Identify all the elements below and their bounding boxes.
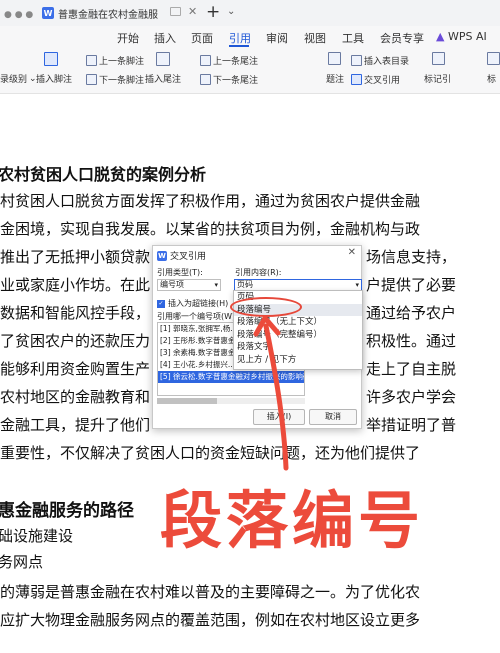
dropdown-option[interactable]: 段落文字 — [234, 341, 362, 354]
ref-type-label: 引用类型(T): — [157, 268, 203, 277]
menu-view[interactable]: 视图 — [304, 30, 326, 46]
dialog-title-bar: W 交叉引用 — [157, 249, 206, 262]
wps-ai-icon: ▲ — [436, 30, 445, 43]
menu-review[interactable]: 审阅 — [266, 30, 288, 46]
dropdown-option[interactable]: 段落编号（完整编号） — [234, 329, 362, 342]
document-tab-title: 普惠金融在农村金融服务中的... — [58, 9, 158, 21]
list-item-selected[interactable]: [5] 徐云松.数字普惠金融对乡村振兴的影响研究[J].贵州 — [158, 371, 304, 383]
paragraph-fragment: 举措证明了普 — [366, 416, 457, 434]
paragraph-line: 的薄弱是普惠金融在农村难以普及的主要障碍之一。为了优化农 — [0, 583, 421, 601]
question-note-button[interactable]: 题注 — [326, 72, 344, 85]
insert-hyperlink-checkbox[interactable]: ✓ 插入为超链接(H) — [157, 298, 228, 309]
ref-content-label: 引用内容(R): — [235, 268, 282, 277]
paragraph-fragment: 户提供了必要 — [366, 276, 457, 294]
caption-icon — [328, 52, 341, 65]
chevron-down-icon[interactable]: ⌄ — [227, 6, 235, 17]
prev-endnote-button[interactable]: 上一条尾注 — [200, 54, 258, 67]
ref-type-select[interactable]: 编号项 ▾ — [157, 279, 221, 291]
wps-writer-icon: W — [157, 250, 167, 261]
mark-citation-icon — [432, 52, 445, 65]
section-heading: 惠金融服务的路径 — [0, 501, 134, 521]
menu-wps-ai[interactable]: ▲ WPS AI — [436, 30, 487, 43]
insert-footnote-button[interactable]: 插入脚注 — [36, 72, 72, 85]
menu-insert[interactable]: 插入 — [154, 30, 176, 46]
next-footnote-icon — [86, 74, 97, 85]
menu-page[interactable]: 页面 — [191, 30, 213, 46]
next-endnote-icon — [200, 74, 211, 85]
checkbox-checked-icon: ✓ — [157, 299, 165, 308]
paragraph-fragment: 通过给予农户 — [366, 304, 457, 322]
insert-button[interactable]: 插入(I) — [253, 409, 305, 425]
dropdown-option[interactable]: 见上方 / 见下方 — [234, 354, 362, 367]
paragraph-line: 重要性，不仅解决了贫困人口的资金短缺问题，还为他们提供了 — [0, 444, 421, 462]
menu-bar: 开始 插入 页面 引用 审阅 视图 工具 会员专享 ▲ WPS AI — [0, 26, 500, 48]
paragraph-fragment: 积极性。通过 — [366, 332, 457, 350]
cancel-button[interactable]: 取消 — [309, 409, 357, 425]
subsection-heading: 务网点 — [0, 553, 44, 571]
new-tab-icon[interactable]: + — [206, 2, 220, 22]
close-tab-icon[interactable]: ✕ — [188, 5, 197, 18]
cross-reference-button[interactable]: 交叉引用 — [351, 73, 400, 86]
prev-endnote-icon — [200, 55, 211, 66]
paragraph-fragment: 场信息支持， — [366, 248, 457, 266]
paragraph-fragment: 走上了自主脱 — [366, 360, 457, 378]
section-heading: 农村贫困人口脱贫的案例分析 — [0, 165, 207, 184]
mark-entry-button[interactable]: 标 — [487, 72, 496, 85]
cross-reference-icon — [351, 74, 362, 85]
dropdown-option[interactable]: 段落编号（无上下文） — [234, 316, 362, 329]
table-of-figures-icon — [351, 55, 362, 66]
paragraph-line: 金困境，实现自我发展。以某省的扶贫项目为例，金融机构与政 — [0, 220, 421, 238]
prev-footnote-button[interactable]: 上一条脚注 — [86, 54, 144, 67]
menu-references[interactable]: 引用 — [229, 30, 251, 46]
title-bar: ● ● ● W 普惠金融在农村金融服务中的... ✕ + ⌄ — [0, 0, 500, 26]
next-endnote-button[interactable]: 下一条尾注 — [200, 73, 258, 86]
ribbon-references: 录级别 ⌄ 插入脚注 上一条脚注 下一条脚注 插入尾注 上一条尾注 下一条尾注 … — [0, 48, 500, 94]
footnote-icon — [44, 52, 58, 66]
scrollbar-thumb[interactable] — [157, 398, 217, 404]
paragraph-line: 应扩大物理金融服务网点的覆盖范围，例如在农村地区设立更多 — [0, 611, 421, 629]
wps-writer-icon: W — [42, 7, 54, 19]
insert-caption-button[interactable]: 插入表目录 — [351, 54, 409, 67]
paragraph-fragment: 许多农户学会 — [366, 388, 457, 406]
highlight-oval — [230, 297, 302, 317]
horizontal-scrollbar[interactable] — [157, 398, 305, 404]
chevron-down-icon: ▾ — [355, 281, 359, 289]
chevron-down-icon: ▾ — [214, 281, 218, 289]
menu-member[interactable]: 会员专享 — [380, 30, 424, 46]
mark-citation-button[interactable]: 标记引 — [424, 72, 451, 85]
monitor-icon[interactable] — [170, 7, 181, 16]
annotation-label: 段落编号 — [160, 484, 425, 557]
window-controls-icon[interactable]: ● ● ● — [4, 10, 33, 20]
close-icon[interactable]: ✕ — [348, 247, 356, 258]
next-footnote-button[interactable]: 下一条脚注 — [86, 73, 144, 86]
paragraph-line: 村贫困人口脱贫方面发挥了积极作用，通过为贫困农户提供金融 — [0, 192, 421, 210]
document-tab[interactable]: W 普惠金融在农村金融服务中的... — [42, 4, 182, 22]
toc-level-button[interactable]: 录级别 ⌄ — [0, 72, 37, 86]
endnote-icon — [156, 52, 170, 66]
insert-endnote-button[interactable]: 插入尾注 — [145, 72, 181, 85]
menu-tools[interactable]: 工具 — [342, 30, 364, 46]
mark-entry-icon — [487, 52, 500, 65]
dialog-title: 交叉引用 — [170, 252, 207, 262]
menu-home[interactable]: 开始 — [117, 30, 139, 46]
active-tab-underline — [229, 45, 249, 47]
which-item-label: 引用哪一个编号项(W) — [157, 312, 236, 321]
subsection-heading: 础设施建设 — [0, 527, 74, 545]
prev-footnote-icon — [86, 55, 97, 66]
